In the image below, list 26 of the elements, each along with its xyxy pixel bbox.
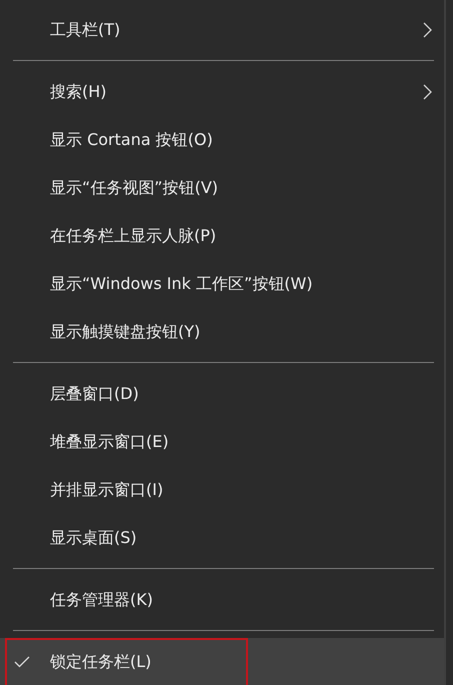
menu-item[interactable]: 显示触摸键盘按钮(Y) bbox=[0, 308, 444, 356]
menu-item[interactable]: 在任务栏上显示人脉(P) bbox=[0, 212, 444, 260]
menu-item-label: 显示“任务视图”按钮(V) bbox=[50, 178, 220, 198]
menu-item-label: 堆叠显示窗口(E) bbox=[50, 432, 170, 452]
menu-item[interactable]: 层叠窗口(D) bbox=[0, 370, 444, 418]
menu-item[interactable]: 搜索(H) bbox=[0, 68, 444, 116]
menu-item-label: 锁定任务栏(L) bbox=[50, 652, 152, 672]
menu-item-label: 并排显示窗口(I) bbox=[50, 480, 164, 500]
menu-item-label: 工具栏(T) bbox=[50, 20, 122, 40]
menu-item[interactable]: 并排显示窗口(I) bbox=[0, 466, 444, 514]
menu-item-label: 层叠窗口(D) bbox=[50, 384, 140, 404]
menu-item[interactable]: 显示桌面(S) bbox=[0, 514, 444, 562]
menu-item[interactable]: 显示 Cortana 按钮(O) bbox=[0, 116, 444, 164]
menu-item-label: 显示“Windows Ink 工作区”按钮(W) bbox=[50, 274, 314, 294]
menu-item[interactable]: 显示“任务视图”按钮(V) bbox=[0, 164, 444, 212]
menu-item-label: 显示 Cortana 按钮(O) bbox=[50, 130, 214, 150]
menu-item[interactable]: 工具栏(T) bbox=[0, 6, 444, 54]
menu-item-label: 显示桌面(S) bbox=[50, 528, 138, 548]
menu-item[interactable]: 任务管理器(K) bbox=[0, 576, 444, 624]
menu-item-label: 显示触摸键盘按钮(Y) bbox=[50, 322, 202, 342]
menu-item-label: 任务管理器(K) bbox=[50, 590, 154, 610]
menu-item[interactable]: 堆叠显示窗口(E) bbox=[0, 418, 444, 466]
menu-item[interactable]: 显示“Windows Ink 工作区”按钮(W) bbox=[0, 260, 444, 308]
menu-item-label: 在任务栏上显示人脉(P) bbox=[50, 226, 218, 246]
menu-item[interactable]: 锁定任务栏(L) bbox=[0, 638, 444, 685]
menu-item-label: 搜索(H) bbox=[50, 82, 108, 102]
